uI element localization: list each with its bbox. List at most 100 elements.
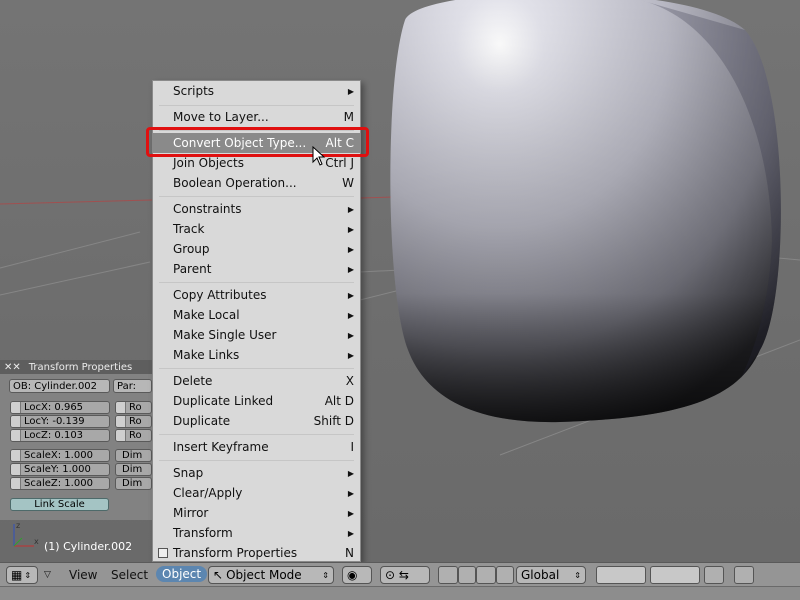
mode-label: Object Mode	[226, 568, 302, 582]
menu-item-make-local[interactable]: Make Local ▶	[153, 305, 360, 325]
dimx-field[interactable]: Dim	[115, 449, 152, 462]
menu-item-label: Scripts	[173, 84, 215, 98]
menu-separator	[159, 434, 354, 435]
collapse-triangle-icon[interactable]: ▽	[44, 570, 51, 580]
draw-type-select[interactable]: ◉	[342, 566, 372, 584]
rotx-field[interactable]: Ro	[115, 401, 152, 414]
layer-buttons-group-2[interactable]	[650, 566, 700, 584]
submenu-arrow-icon: ▶	[347, 204, 354, 214]
x-axis-line	[0, 199, 153, 205]
lock-icon[interactable]	[11, 402, 21, 413]
lock-icon[interactable]	[11, 450, 21, 461]
scaley-field[interactable]: ScaleY: 1.000	[10, 463, 110, 476]
menu-item-duplicate-linked[interactable]: Duplicate Linked Alt D	[153, 391, 360, 411]
link-scale-button[interactable]: Link Scale	[10, 498, 109, 511]
updown-icon: ⇕	[574, 570, 581, 580]
menu-item-duplicate[interactable]: Duplicate Shift D	[153, 411, 360, 431]
menu-separator	[159, 196, 354, 197]
lock-icon[interactable]	[11, 416, 21, 427]
dimz-field[interactable]: Dim	[115, 477, 152, 490]
menu-item-label: Parent	[173, 262, 212, 276]
menu-object[interactable]: Object	[156, 566, 208, 582]
menu-item-delete[interactable]: Delete X	[153, 371, 360, 391]
lock-icon[interactable]	[116, 416, 126, 427]
menu-item-parent[interactable]: Parent ▶	[153, 259, 360, 279]
layer-buttons-group-1[interactable]	[596, 566, 646, 584]
rotate-triangle-icon[interactable]	[458, 566, 476, 584]
menu-view[interactable]: View	[69, 568, 97, 582]
menu-item-make-links[interactable]: Make Links ▶	[153, 345, 360, 365]
menu-item-transform-properties[interactable]: Transform Properties N	[153, 543, 360, 563]
lock-icon[interactable]	[116, 430, 126, 441]
panel-header[interactable]: ✕✕ Transform Properties	[0, 360, 152, 374]
menu-item-label: Make Single User	[173, 328, 277, 342]
object-name-field[interactable]: OB: Cylinder.002	[9, 379, 110, 393]
menu-item-copy-attributes[interactable]: Copy Attributes ▶	[153, 285, 360, 305]
menu-item-make-single-user[interactable]: Make Single User ▶	[153, 325, 360, 345]
menu-item-scripts[interactable]: Scripts ▶	[153, 81, 360, 101]
rotx-value: Ro	[129, 402, 142, 413]
viewport-header: ▦ ⇕ ▽ View Select Object ↖ Object Mode ⇕ …	[0, 562, 800, 586]
locy-value: LocY: -0.139	[24, 416, 85, 427]
roty-value: Ro	[129, 416, 142, 427]
checkbox-icon[interactable]	[158, 548, 168, 558]
menu-select[interactable]: Select	[111, 568, 148, 582]
roty-field[interactable]: Ro	[115, 415, 152, 428]
ring-icon[interactable]	[476, 566, 496, 584]
menu-item-move-to-layer[interactable]: Move to Layer... M	[153, 107, 360, 127]
menu-item-shortcut: I	[350, 440, 354, 454]
menu-item-boolean-operation[interactable]: Boolean Operation... W	[153, 173, 360, 193]
menu-item-label: Duplicate	[173, 414, 231, 428]
scalex-field[interactable]: ScaleX: 1.000	[10, 449, 110, 462]
pivot-select[interactable]: ⊙ ⇆	[380, 566, 430, 584]
locz-value: LocZ: 0.103	[24, 430, 84, 441]
submenu-arrow-icon: ▶	[347, 528, 354, 538]
close-icon[interactable]: ✕✕	[4, 362, 21, 373]
dimy-field[interactable]: Dim	[115, 463, 152, 476]
submenu-arrow-icon: ▶	[347, 508, 354, 518]
menu-item-transform[interactable]: Transform ▶	[153, 523, 360, 543]
panel-title: Transform Properties	[28, 361, 133, 373]
object-name-label: (1) Cylinder.002	[44, 540, 133, 553]
submenu-arrow-icon: ▶	[347, 264, 354, 274]
menu-item-label: Transform	[173, 526, 233, 540]
scale-square-icon[interactable]	[496, 566, 514, 584]
editor-type-button[interactable]: ▦ ⇕	[6, 566, 38, 584]
menu-item-label: Duplicate Linked	[173, 394, 274, 408]
menu-item-label: Make Local	[173, 308, 240, 322]
lock-icon[interactable]	[11, 430, 21, 441]
hand-icon[interactable]	[438, 566, 458, 584]
scalex-value: ScaleX: 1.000	[24, 450, 93, 461]
menu-item-track[interactable]: Track ▶	[153, 219, 360, 239]
locz-field[interactable]: LocZ: 0.103	[10, 429, 110, 442]
submenu-arrow-icon: ▶	[347, 290, 354, 300]
locy-field[interactable]: LocY: -0.139	[10, 415, 110, 428]
svg-text:x: x	[34, 537, 39, 546]
mode-select[interactable]: ↖ Object Mode ⇕	[208, 566, 334, 584]
menu-item-insert-keyframe[interactable]: Insert Keyframe I	[153, 437, 360, 457]
menu-item-group[interactable]: Group ▶	[153, 239, 360, 259]
grid-icon: ▦	[11, 568, 23, 582]
render-icon[interactable]	[734, 566, 754, 584]
scalez-field[interactable]: ScaleZ: 1.000	[10, 477, 110, 490]
rotz-field[interactable]: Ro	[115, 429, 152, 442]
lock-icon[interactable]	[116, 402, 126, 413]
parent-field[interactable]: Par:	[113, 379, 152, 393]
menu-item-snap[interactable]: Snap ▶	[153, 463, 360, 483]
menu-item-label: Clear/Apply	[173, 486, 243, 500]
menu-item-label: Track	[173, 222, 205, 236]
menu-item-shortcut: Alt D	[324, 394, 354, 408]
menu-item-clear-apply[interactable]: Clear/Apply ▶	[153, 483, 360, 503]
lock-icon[interactable]	[11, 464, 21, 475]
orientation-label: Global	[521, 568, 560, 582]
menu-item-shortcut: X	[345, 374, 354, 388]
menu-separator	[159, 368, 354, 369]
locx-field[interactable]: LocX: 0.965	[10, 401, 110, 414]
lock-icon[interactable]	[704, 566, 724, 584]
menu-item-constraints[interactable]: Constraints ▶	[153, 199, 360, 219]
menu-separator	[159, 105, 354, 106]
submenu-arrow-icon: ▶	[347, 488, 354, 498]
orientation-select[interactable]: Global ⇕	[516, 566, 586, 584]
menu-item-mirror[interactable]: Mirror ▶	[153, 503, 360, 523]
lock-icon[interactable]	[11, 478, 21, 489]
